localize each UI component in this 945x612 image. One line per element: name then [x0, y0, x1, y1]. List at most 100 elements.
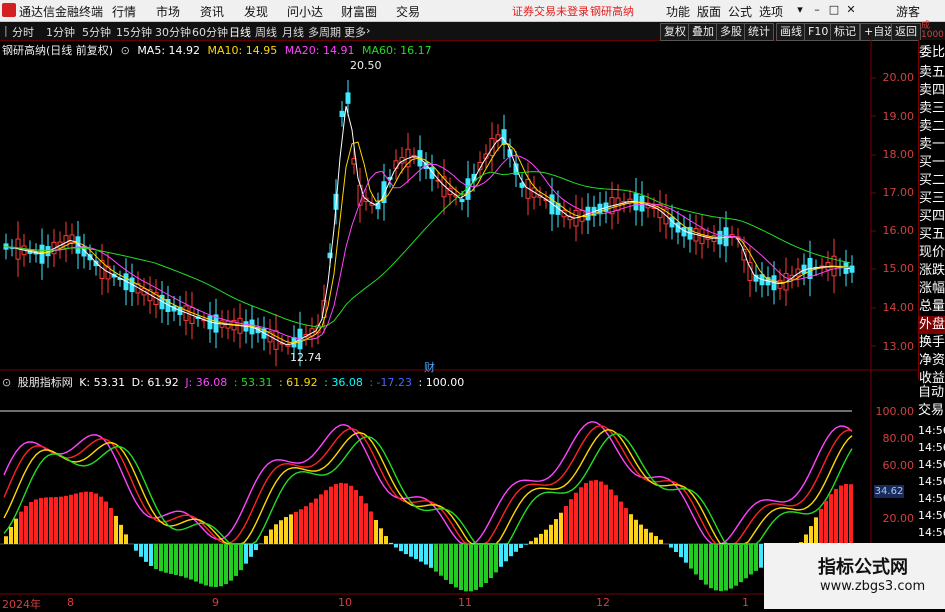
histogram-bar	[124, 534, 128, 544]
histogram-bar	[54, 497, 58, 544]
histogram-bar	[389, 543, 393, 544]
histogram-bar	[639, 525, 643, 544]
candle-body	[460, 200, 464, 202]
histogram-bar	[24, 506, 28, 544]
sidebar-item-9[interactable]: 买四	[919, 208, 945, 226]
sidebar-item-17[interactable]: 净资	[919, 352, 945, 370]
stock-title[interactable]: 钢研高纳(日线 前复权)	[2, 44, 113, 57]
indicator-title[interactable]: 股朋指标网	[18, 376, 73, 389]
sidebar-item-13[interactable]: 涨幅	[919, 280, 945, 298]
histogram-bar	[164, 544, 168, 573]
sidebar-item-4[interactable]: 卖二	[919, 118, 945, 136]
sidebar-item-12[interactable]: 涨跌	[919, 262, 945, 280]
sidebar-item-6[interactable]: 买一	[919, 154, 945, 172]
trade-sidebar: 自动 交易	[918, 384, 945, 424]
histogram-bar	[29, 502, 33, 544]
sidebar-item-7[interactable]: 买二	[919, 172, 945, 190]
histogram-bar	[544, 530, 548, 544]
x-label-sep: 9	[212, 596, 219, 609]
histogram-bar	[374, 520, 378, 544]
histogram-bar	[89, 492, 93, 544]
histogram-bar	[344, 483, 348, 544]
histogram-bar	[299, 509, 303, 544]
histogram-bar	[489, 544, 493, 578]
y-tick-19: 19.00	[872, 110, 914, 123]
histogram-bar	[14, 519, 18, 544]
sidebar-item-2[interactable]: 卖四	[919, 82, 945, 100]
sidebar-item-1[interactable]: 卖五	[919, 64, 945, 82]
histogram-bar	[254, 544, 258, 550]
histogram-bar	[814, 517, 818, 544]
histogram-bar	[404, 544, 408, 554]
x-label-jan: 1	[742, 596, 749, 609]
indicator-legend: ⊙ 股朋指标网 K: 53.31 D: 61.92 J: 36.08 : 53.…	[2, 374, 467, 388]
histogram-bar	[849, 484, 853, 544]
histogram-bar	[529, 541, 533, 544]
ind-line-3: : 36.08	[324, 376, 363, 389]
histogram-bar	[844, 484, 848, 544]
histogram-bar	[319, 494, 323, 544]
histogram-bar	[39, 498, 43, 544]
candle-body	[412, 155, 416, 156]
time-3: 14:56	[918, 475, 945, 488]
histogram-bar	[704, 544, 708, 585]
histogram-bar	[614, 495, 618, 544]
histogram-bar	[204, 544, 208, 585]
x-label-aug: 8	[67, 596, 74, 609]
chart-canvas[interactable]	[0, 0, 945, 609]
histogram-bar	[34, 499, 38, 544]
histogram-bar	[184, 544, 188, 578]
finance-marker[interactable]: 财	[424, 359, 435, 375]
histogram-bar	[499, 544, 503, 567]
kdj-j: J: 36.08	[185, 376, 227, 389]
histogram-bar	[144, 544, 148, 562]
sidebar-item-15[interactable]: 外盘	[919, 316, 945, 334]
histogram-bar	[64, 496, 68, 544]
settings-gear-icon[interactable]: ⊙	[121, 44, 130, 57]
histogram-bar	[244, 544, 248, 564]
histogram-bar	[109, 508, 113, 544]
trade-item[interactable]: 交易	[918, 402, 945, 420]
histogram-bar	[44, 497, 48, 544]
histogram-bar	[479, 544, 483, 587]
sidebar-item-14[interactable]: 总量	[919, 298, 945, 316]
time-1: 14:56	[918, 441, 945, 454]
ind-line-2: : 61.92	[279, 376, 318, 389]
time-0: 14:56	[918, 424, 945, 437]
histogram-bar	[539, 534, 543, 544]
sidebar-item-3[interactable]: 卖三	[919, 100, 945, 118]
histogram-bar	[409, 544, 413, 557]
histogram-bar	[469, 544, 473, 591]
histogram-bar	[434, 544, 438, 572]
sidebar-item-16[interactable]: 换手	[919, 334, 945, 352]
histogram-bar	[279, 520, 283, 544]
histogram-bar	[494, 544, 498, 572]
histogram-bar	[819, 509, 823, 544]
sidebar-item-10[interactable]: 买五	[919, 226, 945, 244]
histogram-bar	[94, 494, 98, 544]
histogram-bar	[454, 544, 458, 587]
ind-tick-60: 60.00	[872, 459, 914, 472]
histogram-bar	[189, 544, 193, 580]
histogram-bar	[359, 496, 363, 544]
sidebar-item-11[interactable]: 现价	[919, 244, 945, 262]
histogram-bar	[619, 502, 623, 544]
histogram-bar	[749, 544, 753, 574]
histogram-bar	[629, 514, 633, 544]
sidebar-item-0[interactable]: 委比	[919, 44, 945, 62]
histogram-bar	[114, 516, 118, 544]
histogram-bar	[49, 497, 53, 544]
histogram-bar	[9, 527, 13, 544]
auto-trade-item[interactable]: 自动	[918, 384, 945, 402]
watermark-url: www.zbgs3.com	[820, 579, 925, 594]
indicator-settings-icon[interactable]: ⊙	[2, 376, 11, 389]
histogram-bar	[284, 517, 288, 544]
histogram-bar	[159, 544, 163, 571]
histogram-bar	[239, 544, 243, 570]
histogram-bar	[304, 506, 308, 544]
sidebar-item-8[interactable]: 买三	[919, 190, 945, 208]
sidebar-item-5[interactable]: 卖一	[919, 136, 945, 154]
ma5-value: MA5: 14.92	[137, 44, 200, 57]
histogram-bar	[649, 533, 653, 544]
histogram-bar	[679, 544, 683, 557]
